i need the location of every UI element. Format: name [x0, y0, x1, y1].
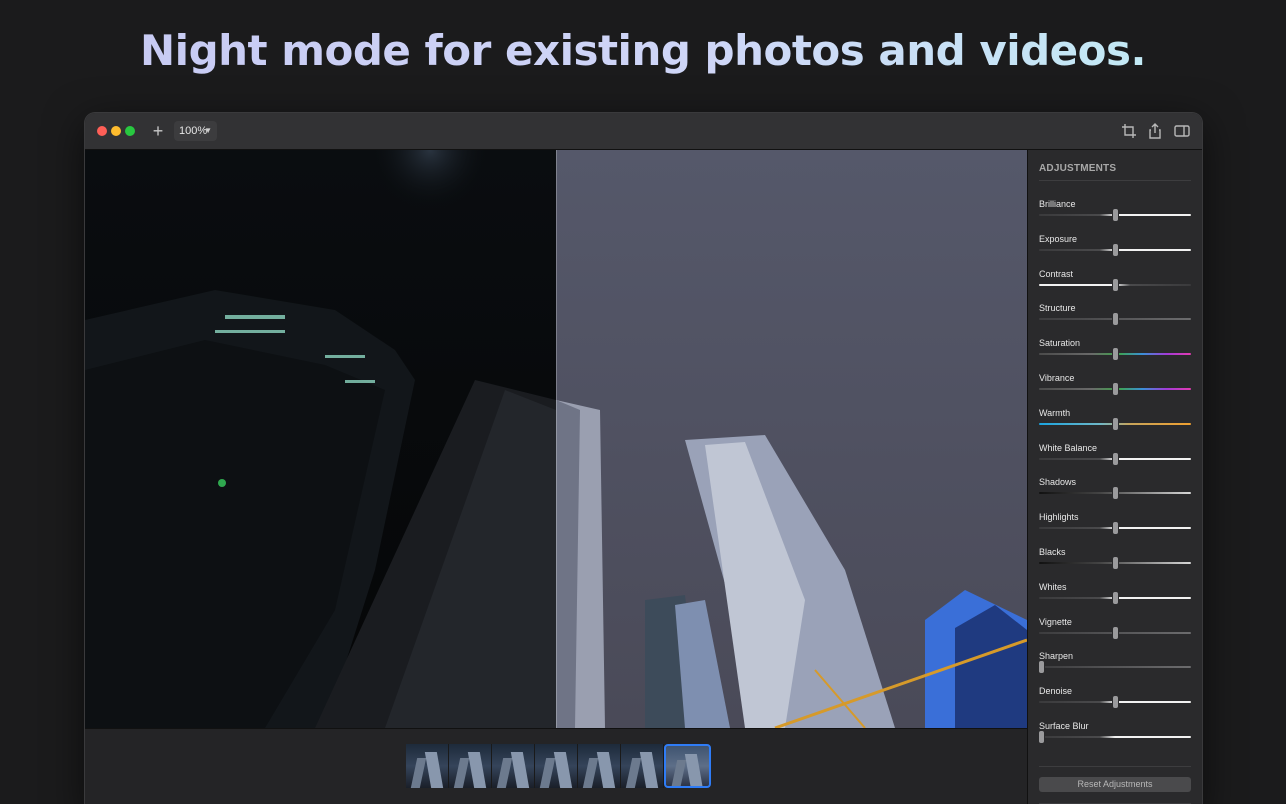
adjustment-label: Surface Blur	[1039, 721, 1089, 731]
adjustment-label: White Balance	[1039, 442, 1098, 453]
chevron-down-icon: ▼	[204, 126, 212, 135]
filmstrip-area	[85, 728, 1027, 804]
slider-thumb[interactable]	[1112, 557, 1118, 569]
adjustment-denoise: Denoise	[1039, 686, 1191, 720]
adjustment-saturation: Saturation	[1039, 338, 1191, 372]
zoom-level-value: 100%	[179, 125, 208, 137]
slider-thumb[interactable]	[1112, 313, 1118, 326]
slider-thumb[interactable]	[1112, 417, 1118, 430]
adjustment-exposure: Exposure	[1039, 234, 1191, 268]
adjustment-brilliance: Brilliance	[1039, 199, 1191, 233]
minimize-window-button[interactable]	[111, 126, 121, 136]
zoom-level-dropdown[interactable]: 100% ▼	[174, 121, 217, 141]
divider	[1039, 766, 1191, 767]
filmstrip-thumb[interactable]	[449, 744, 492, 788]
slider-thumb[interactable]	[1112, 278, 1118, 291]
adjustment-vibrance: Vibrance	[1039, 373, 1191, 407]
adjustment-contrast: Contrast	[1039, 269, 1191, 303]
adjustment-label: Contrast	[1039, 268, 1074, 279]
filmstrip-thumb[interactable]	[406, 744, 449, 788]
filmstrip-thumb[interactable]	[492, 744, 535, 788]
close-window-button[interactable]	[97, 126, 107, 136]
slider-thumb[interactable]	[1112, 626, 1118, 639]
adjustment-label: Highlights	[1039, 512, 1079, 523]
titlebar: + 100% ▼	[85, 113, 1202, 150]
divider	[1039, 180, 1191, 181]
adjustment-sharpen: Sharpen	[1039, 651, 1191, 685]
slider-thumb[interactable]	[1039, 731, 1044, 743]
adjustment-label: Blacks	[1039, 547, 1066, 557]
adjustment-label: Saturation	[1039, 338, 1081, 349]
filmstrip-thumb[interactable]	[621, 744, 664, 788]
adjustment-label: Denoise	[1039, 686, 1073, 697]
slider-thumb[interactable]	[1112, 348, 1118, 361]
adjustment-label: Vignette	[1039, 616, 1072, 627]
filmstrip-thumb-selected[interactable]	[664, 744, 711, 788]
slider-thumb[interactable]	[1112, 591, 1118, 604]
adjustment-warmth: Warmth	[1039, 408, 1191, 442]
filmstrip	[406, 744, 711, 788]
adjustment-whites: Whites	[1039, 582, 1191, 616]
adjustment-label: Sharpen	[1039, 651, 1074, 662]
zoom-window-button[interactable]	[125, 126, 135, 136]
adjustment-structure: Structure	[1039, 303, 1191, 337]
adjustment-blacks: Blacks	[1039, 547, 1191, 581]
reset-adjustments-button[interactable]: Reset Adjustments	[1039, 777, 1191, 792]
adjustment-label: Structure	[1039, 303, 1076, 314]
filmstrip-thumb[interactable]	[535, 744, 578, 788]
adjustment-label: Whites	[1039, 581, 1067, 592]
photo-preview[interactable]	[85, 150, 1027, 728]
adjustment-label: Shadows	[1039, 477, 1077, 488]
adjustment-label: Exposure	[1039, 233, 1078, 244]
plus-icon[interactable]: +	[149, 121, 167, 141]
crop-icon[interactable]	[1120, 122, 1138, 140]
headline: Night mode for existing photos and video…	[0, 26, 1286, 75]
slider-thumb[interactable]	[1112, 243, 1118, 256]
filmstrip-thumb[interactable]	[578, 744, 621, 788]
app-window: + 100% ▼ ADJUSTMENTS Brilliance Exposure…	[85, 113, 1202, 804]
share-icon[interactable]	[1146, 122, 1164, 140]
slider-thumb[interactable]	[1112, 522, 1118, 535]
adjustment-label: Vibrance	[1039, 373, 1075, 383]
adjustments-title: ADJUSTMENTS	[1039, 163, 1117, 174]
adjustments-sidebar: ADJUSTMENTS Brilliance Exposure Contrast St…	[1027, 150, 1202, 804]
adjustment-label: Warmth	[1039, 407, 1071, 418]
slider-thumb[interactable]	[1039, 661, 1044, 674]
slider-thumb[interactable]	[1112, 487, 1118, 500]
slider-thumb[interactable]	[1112, 696, 1118, 709]
slider-thumb[interactable]	[1112, 452, 1118, 465]
slider-track[interactable]	[1039, 736, 1191, 738]
slider-track[interactable]	[1039, 666, 1191, 669]
slider-thumb[interactable]	[1112, 383, 1118, 395]
adjustment-surface-blur: Surface Blur	[1039, 721, 1191, 755]
adjustment-highlights: Highlights	[1039, 512, 1191, 546]
slider-thumb[interactable]	[1112, 209, 1118, 221]
adjustment-label: Brilliance	[1039, 199, 1076, 209]
before-after-divider[interactable]	[556, 150, 557, 728]
adjustment-vignette: Vignette	[1039, 617, 1191, 651]
adjustment-shadows: Shadows	[1039, 477, 1191, 511]
adjustment-white-balance: White Balance	[1039, 443, 1191, 477]
sidebar-toggle-icon[interactable]	[1173, 122, 1191, 140]
